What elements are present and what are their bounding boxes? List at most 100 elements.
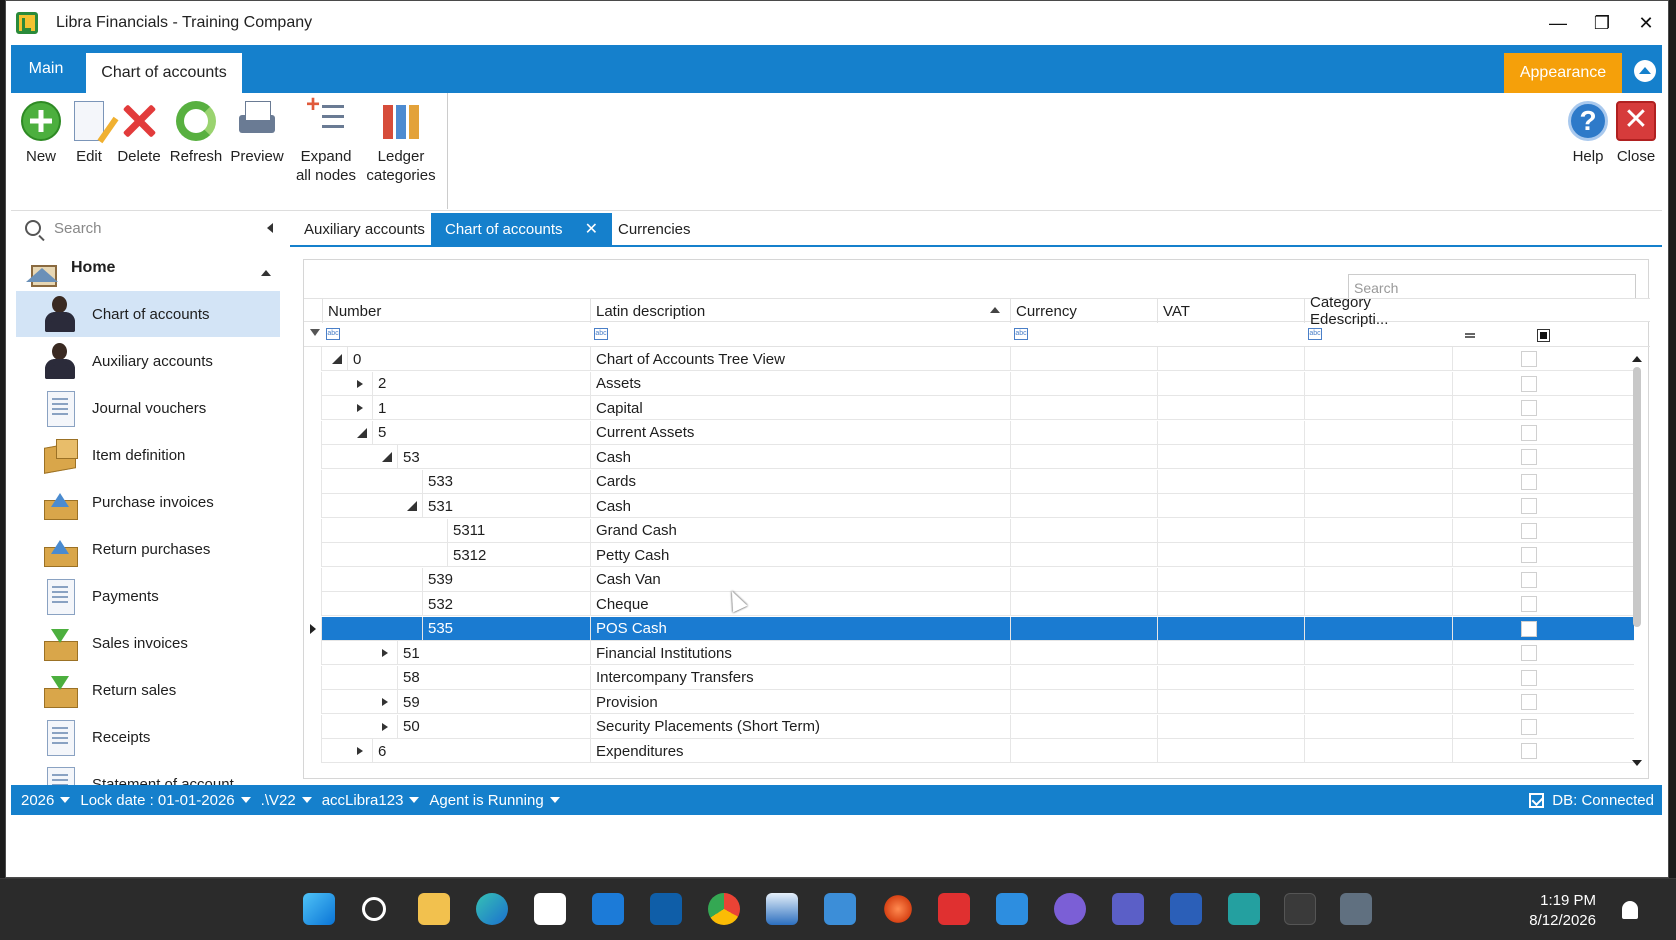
row-indicator[interactable] xyxy=(304,445,322,469)
row-indicator[interactable] xyxy=(304,396,322,420)
cell-currency[interactable] xyxy=(1010,739,1157,763)
vat-checkbox[interactable] xyxy=(1521,424,1537,441)
cell-category[interactable] xyxy=(1304,543,1452,567)
minimize-icon[interactable]: — xyxy=(1536,1,1580,45)
close-module-button[interactable]: ✕ Close xyxy=(1614,101,1658,166)
cell-number[interactable]: 2 xyxy=(372,371,590,396)
column-vat[interactable]: VAT xyxy=(1157,299,1304,323)
cell-currency[interactable] xyxy=(1010,371,1157,396)
table-row[interactable]: 531 Cash xyxy=(304,494,1634,518)
cell-vat[interactable] xyxy=(1157,714,1304,739)
cell-description[interactable]: Current Assets xyxy=(590,420,1010,445)
vat-checkbox[interactable] xyxy=(1521,645,1537,661)
column-number[interactable]: Number xyxy=(322,299,590,323)
cell-vat[interactable] xyxy=(1157,518,1304,543)
cell-currency[interactable] xyxy=(1010,494,1157,518)
vat-checkbox[interactable] xyxy=(1521,669,1537,686)
row-indicator[interactable] xyxy=(304,494,322,518)
preview-button[interactable]: Preview xyxy=(227,101,287,166)
new-button[interactable]: New xyxy=(19,101,63,166)
edge-icon[interactable] xyxy=(476,893,508,925)
cell-currency[interactable] xyxy=(1010,567,1157,592)
cell-number[interactable]: 58 xyxy=(397,665,590,690)
cell-category[interactable] xyxy=(1304,567,1452,592)
table-row[interactable]: 535 POS Cash xyxy=(304,616,1634,641)
equals-filter-icon[interactable] xyxy=(1465,333,1475,338)
sidebar-item-journal-vouchers[interactable]: Journal vouchers xyxy=(16,385,280,431)
scroll-down-icon[interactable] xyxy=(1632,760,1642,771)
outlook-new-icon[interactable] xyxy=(592,893,624,925)
cell-number[interactable]: 51 xyxy=(397,641,590,665)
cell-vat[interactable] xyxy=(1157,445,1304,469)
cell-empty[interactable] xyxy=(1452,567,1634,592)
cell-number[interactable]: 53 xyxy=(397,445,590,469)
cell-description[interactable]: Grand Cash xyxy=(590,518,1010,543)
row-indicator[interactable] xyxy=(304,371,322,396)
vat-checkbox[interactable] xyxy=(1521,449,1537,465)
cell-empty[interactable] xyxy=(1452,714,1634,739)
vat-checkbox[interactable] xyxy=(1521,351,1537,367)
cell-category[interactable] xyxy=(1304,445,1452,469)
sidebar-item-sales-invoices[interactable]: Sales invoices xyxy=(16,620,280,666)
search-icon[interactable] xyxy=(362,897,386,921)
cell-currency[interactable] xyxy=(1010,616,1157,641)
cell-vat[interactable] xyxy=(1157,420,1304,445)
cell-currency[interactable] xyxy=(1010,592,1157,616)
cell-number[interactable]: 5312 xyxy=(447,543,590,567)
cell-description[interactable]: Cash Van xyxy=(590,567,1010,592)
cell-description[interactable]: Cheque xyxy=(590,592,1010,616)
ribbon-tab-main[interactable]: Main xyxy=(11,45,81,93)
cell-empty[interactable] xyxy=(1452,690,1634,714)
row-indicator[interactable] xyxy=(304,641,322,665)
row-indicator[interactable] xyxy=(304,518,322,543)
vat-checkbox[interactable] xyxy=(1521,522,1537,539)
cell-number[interactable]: 531 xyxy=(422,494,590,518)
cell-category[interactable] xyxy=(1304,469,1452,494)
table-row[interactable]: 532 Cheque xyxy=(304,592,1634,616)
snipping-tool-icon[interactable] xyxy=(882,893,914,925)
outlook-icon[interactable] xyxy=(650,893,682,925)
cell-empty[interactable] xyxy=(1452,665,1634,690)
cell-empty[interactable] xyxy=(1452,420,1634,445)
vat-checkbox[interactable] xyxy=(1521,498,1537,514)
vat-checkbox[interactable] xyxy=(1521,473,1537,490)
cell-number[interactable]: 532 xyxy=(422,592,590,616)
close-window-icon[interactable]: ✕ xyxy=(1624,1,1668,45)
sidebar-item-auxiliary-accounts[interactable]: Auxiliary accounts xyxy=(16,338,280,384)
table-row[interactable]: 5312 Petty Cash xyxy=(304,543,1634,567)
cell-empty[interactable] xyxy=(1452,445,1634,469)
cell-vat[interactable] xyxy=(1157,469,1304,494)
cell-number[interactable]: 59 xyxy=(397,690,590,714)
calculator-icon[interactable] xyxy=(1340,893,1372,925)
cell-currency[interactable] xyxy=(1010,396,1157,420)
cell-category[interactable] xyxy=(1304,396,1452,420)
photos-icon[interactable] xyxy=(824,893,856,925)
collapse-ribbon-icon[interactable] xyxy=(1634,60,1656,82)
cell-vat[interactable] xyxy=(1157,347,1304,371)
cell-empty[interactable] xyxy=(1452,371,1634,396)
cell-number[interactable]: 535 xyxy=(422,616,590,641)
table-row[interactable]: 6 Expenditures xyxy=(304,739,1634,763)
row-indicator[interactable] xyxy=(304,567,322,592)
cell-description[interactable]: Petty Cash xyxy=(590,543,1010,567)
cell-description[interactable]: Financial Institutions xyxy=(590,641,1010,665)
cell-description[interactable]: Cards xyxy=(590,469,1010,494)
cell-number[interactable]: 533 xyxy=(422,469,590,494)
cell-vat[interactable] xyxy=(1157,665,1304,690)
cell-vat[interactable] xyxy=(1157,616,1304,641)
cell-description[interactable]: Intercompany Transfers xyxy=(590,665,1010,690)
cell-category[interactable] xyxy=(1304,371,1452,396)
sidebar-group-home[interactable]: Home xyxy=(11,245,285,291)
expand-node-icon[interactable] xyxy=(382,722,392,731)
cell-category[interactable] xyxy=(1304,518,1452,543)
cell-vat[interactable] xyxy=(1157,567,1304,592)
cell-empty[interactable] xyxy=(1452,543,1634,567)
vat-checkbox[interactable] xyxy=(1521,596,1537,612)
vat-checkbox[interactable] xyxy=(1521,694,1537,710)
help-button[interactable]: ? Help xyxy=(1566,101,1610,166)
server-selector[interactable]: .\V22 xyxy=(261,792,312,809)
cell-currency[interactable] xyxy=(1010,665,1157,690)
agent-status[interactable]: Agent is Running xyxy=(429,792,560,809)
tab-currencies[interactable]: Currencies xyxy=(604,213,705,245)
sidebar-item-payments[interactable]: Payments xyxy=(16,573,280,619)
